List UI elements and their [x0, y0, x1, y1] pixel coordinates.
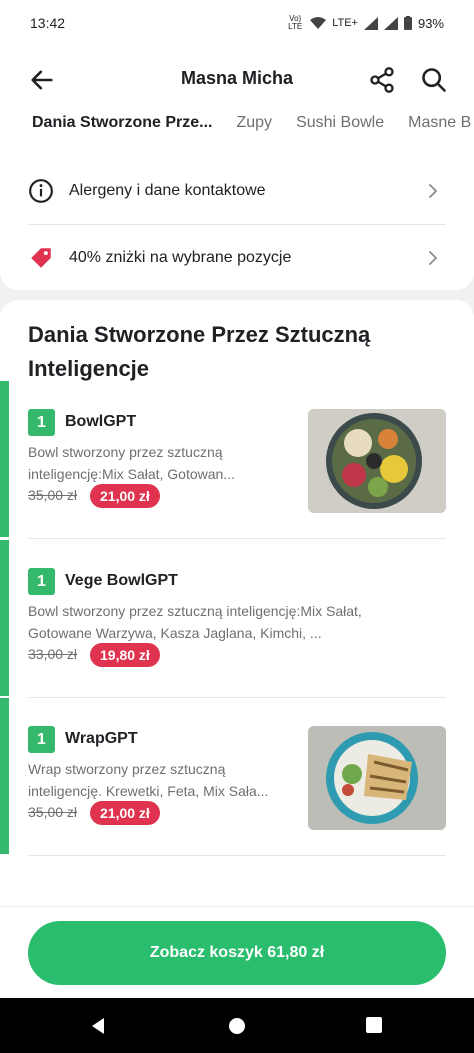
allergens-row[interactable]: Alergeny i dane kontaktowe [0, 158, 474, 224]
item-description: Bowl stworzony przez sztuczną inteligenc… [28, 444, 235, 482]
menu-item-wrapgpt[interactable]: 1 WrapGPT Wrap stworzony przez sztuczną … [0, 698, 474, 856]
cart-bar: Zobacz koszyk 61,80 zł [0, 906, 474, 998]
share-icon[interactable] [368, 66, 396, 94]
item-name: WrapGPT [65, 730, 138, 747]
section-title: Dania Stworzone Przez Sztuczną Inteligen… [28, 322, 371, 381]
in-cart-indicator [0, 698, 9, 854]
tab-zupy[interactable]: Zupy [236, 110, 272, 152]
tab-masne[interactable]: Masne B [408, 110, 471, 152]
top-app-bar: Masna Micha [0, 46, 474, 112]
discount-label: 40% zniżki na wybrane pozycje [69, 249, 292, 266]
item-description: Bowl stworzony przez sztuczną inteligenc… [28, 603, 362, 641]
status-icons: Vo) LTE LTE+ 93% [286, 15, 444, 31]
status-bar: 13:42 Vo) LTE LTE+ 93% [0, 0, 474, 46]
status-time: 13:42 [30, 15, 66, 31]
item-description: Wrap stworzony przez sztuczną inteligenc… [28, 761, 269, 799]
system-navigation-bar [0, 998, 474, 1053]
lte-indicator: LTE+ [332, 17, 358, 29]
item-divider [28, 855, 446, 856]
allergens-label: Alergeny i dane kontaktowe [69, 182, 266, 199]
in-cart-indicator [0, 381, 9, 537]
price-tag-icon [31, 248, 51, 268]
menu-item-vege-bowlgpt[interactable]: 1 Vege BowlGPT Bowl stworzony przez sztu… [0, 540, 474, 698]
item-name: Vege BowlGPT [65, 572, 178, 589]
volte-indicator: Vo) LTE [288, 14, 303, 31]
quantity-badge: 1 [28, 568, 55, 595]
item-divider [28, 538, 446, 539]
nav-recents-icon[interactable] [365, 1016, 383, 1034]
item-old-price: 33,00 zł [28, 646, 78, 662]
info-icon [29, 179, 53, 203]
quantity-badge: 1 [28, 726, 55, 753]
view-cart-button[interactable]: Zobacz koszyk 61,80 zł [28, 921, 446, 985]
item-name: BowlGPT [65, 413, 137, 430]
item-discount-price: 21,00 zł [90, 484, 160, 508]
chevron-right-icon [429, 251, 438, 265]
nav-back-icon[interactable] [88, 1016, 108, 1036]
tab-sushi-bowle[interactable]: Sushi Bowle [296, 110, 384, 152]
quantity-badge: 1 [28, 409, 55, 436]
wifi-icon [310, 17, 327, 29]
chevron-right-icon [429, 184, 438, 198]
restaurant-title: Masna Micha [180, 68, 294, 88]
battery-percent: 93% [417, 15, 444, 31]
search-icon[interactable] [420, 66, 448, 94]
item-photo [308, 726, 446, 830]
menu-item-bowlgpt[interactable]: 1 BowlGPT Bowl stworzony przez sztuczną … [0, 381, 474, 539]
nav-home-icon[interactable] [227, 1016, 247, 1036]
signal-icon-2 [383, 16, 398, 30]
in-cart-indicator [0, 540, 9, 696]
item-discount-price: 21,00 zł [90, 801, 160, 825]
battery-icon [403, 16, 412, 30]
item-old-price: 35,00 zł [28, 804, 78, 820]
discount-row[interactable]: 40% zniżki na wybrane pozycje [0, 225, 474, 291]
item-discount-price: 19,80 zł [90, 643, 160, 667]
category-tabs: Dania Stworzone Prze... Zupy Sushi Bowle… [0, 110, 474, 152]
item-photo [308, 409, 446, 513]
signal-icon [363, 16, 378, 30]
item-old-price: 35,00 zł [28, 487, 78, 503]
tab-dania-stworzone[interactable]: Dania Stworzone Prze... [32, 110, 212, 152]
